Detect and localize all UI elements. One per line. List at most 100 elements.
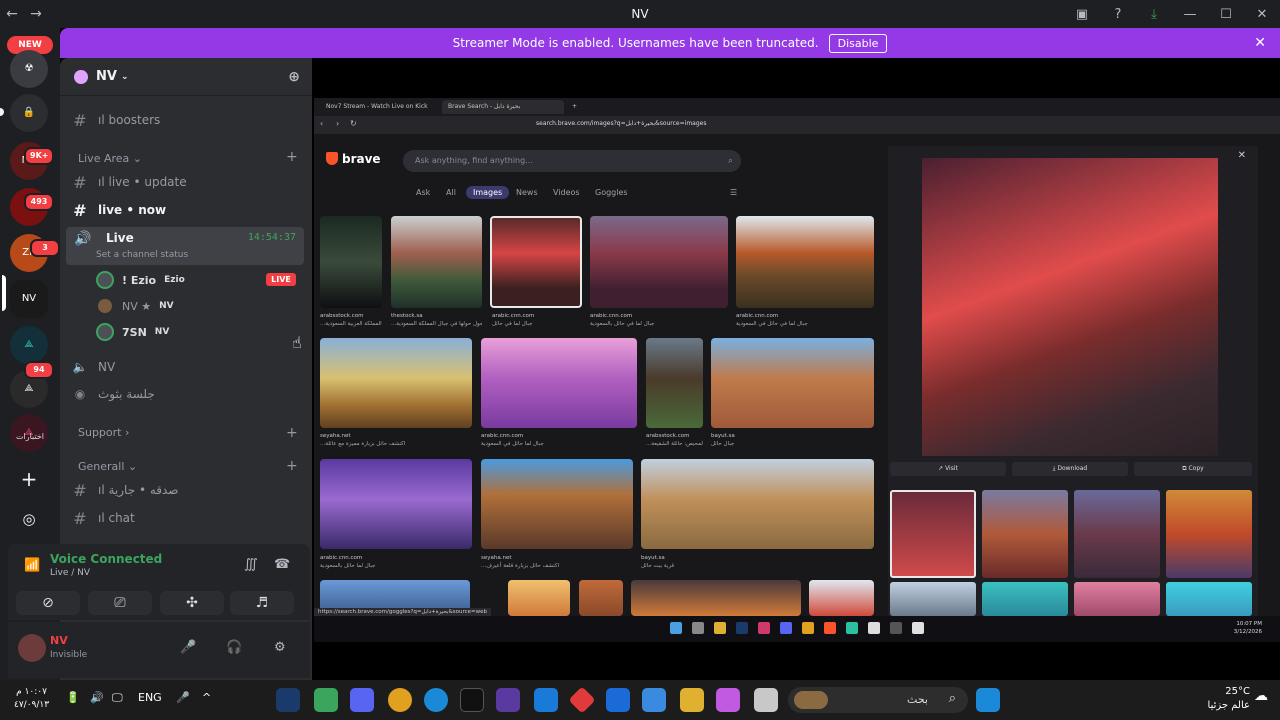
epic-games-icon[interactable] xyxy=(460,688,484,712)
discover-icon[interactable]: ◎ xyxy=(10,500,48,538)
voice-status[interactable]: Voice Connected xyxy=(50,552,162,566)
windows-start-icon[interactable] xyxy=(976,688,1000,712)
tab-videos[interactable]: Videos xyxy=(553,188,580,197)
related-image[interactable] xyxy=(982,582,1068,616)
related-image-selected[interactable] xyxy=(890,490,976,578)
voice-channel-nv[interactable]: 🔈 NV xyxy=(68,355,304,379)
server-icon[interactable]: 🔒 xyxy=(10,94,48,132)
close-icon[interactable]: ✕ xyxy=(1244,7,1280,22)
volume-icon[interactable]: 🔊 xyxy=(90,691,104,704)
result-caption[interactable]: arabsstock.com ...في المملكة العربية السع… xyxy=(320,312,382,328)
app-icon[interactable] xyxy=(912,622,924,634)
microphone-icon[interactable]: 🎤 xyxy=(176,691,190,704)
language-indicator[interactable]: ENG xyxy=(138,691,162,704)
channel-live-update[interactable]: # ıl live • update xyxy=(68,170,304,194)
store-icon[interactable] xyxy=(642,688,666,712)
related-image[interactable] xyxy=(982,490,1068,578)
new-tab-icon[interactable]: + xyxy=(566,100,583,114)
screen-share-button[interactable]: ⎚ xyxy=(88,591,152,615)
file-explorer-icon[interactable] xyxy=(680,688,704,712)
folder-icon[interactable] xyxy=(714,622,726,634)
stage-channel[interactable]: ◉ جلسة بثوث xyxy=(68,382,304,406)
discord-icon[interactable] xyxy=(350,688,374,712)
server-icon-active[interactable]: NV xyxy=(10,280,48,318)
image-result[interactable] xyxy=(809,580,874,616)
discord-icon[interactable] xyxy=(780,622,792,634)
download-button[interactable]: ⤓ Download xyxy=(1012,462,1128,476)
channel-boosters[interactable]: # ıl boosters xyxy=(68,108,304,132)
channel-sadaqa[interactable]: # ıl صدقه • جارية xyxy=(68,478,304,502)
add-channel-icon[interactable]: + xyxy=(286,149,298,165)
chevron-up-icon[interactable]: ^ xyxy=(202,691,211,704)
noise-suppression-icon[interactable]: ∭ xyxy=(244,557,258,572)
visit-button[interactable]: ↗ Visit xyxy=(890,462,1006,476)
image-result[interactable] xyxy=(481,459,633,549)
result-caption[interactable]: seyaha.net ...اكتشف حائل بزيارة مميزة مع … xyxy=(320,432,472,448)
close-preview-icon[interactable]: ✕ xyxy=(1238,150,1246,161)
avatar[interactable] xyxy=(18,634,46,662)
result-caption[interactable]: arabic.cnn.com جبال لما حائل في السعودية xyxy=(481,432,637,448)
search-icon[interactable]: ⌕ xyxy=(728,150,733,172)
result-caption[interactable]: bayut.sa جبال حائل xyxy=(711,432,874,448)
invite-icon[interactable]: ⊕ xyxy=(288,69,300,85)
activities-button[interactable]: ✣ xyxy=(160,591,224,615)
result-caption[interactable]: arabsstock.com ...والمحيص: حائلة الشفيعة xyxy=(646,432,703,448)
add-server-icon[interactable]: + xyxy=(10,460,48,498)
channel-live-now[interactable]: # live • now xyxy=(68,198,304,222)
voice-user[interactable]: NV ★ NV xyxy=(96,295,174,317)
tab-all[interactable]: All xyxy=(446,188,456,197)
search-input[interactable]: Ask anything, find anything... ⌕ xyxy=(403,150,741,172)
category-live-area[interactable]: Live Area ⌄ xyxy=(78,152,142,165)
category-general[interactable]: Generall ⌄ xyxy=(78,460,137,473)
image-result[interactable] xyxy=(320,459,472,549)
image-result[interactable] xyxy=(590,216,728,308)
image-result[interactable] xyxy=(391,216,482,308)
voice-user[interactable]: ! Ezio Ezio xyxy=(96,269,185,291)
brave-logo[interactable]: brave xyxy=(326,152,381,166)
user-name[interactable]: NV xyxy=(50,634,68,647)
edge-icon[interactable] xyxy=(424,688,448,712)
add-channel-icon[interactable]: + xyxy=(286,425,298,441)
forward-icon[interactable]: → xyxy=(24,6,48,22)
tab-ask[interactable]: Ask xyxy=(416,188,430,197)
brave-icon[interactable] xyxy=(824,622,836,634)
result-caption[interactable]: seyaha.net ...اكتشف حائل بزيارة قلعة أعير… xyxy=(481,554,633,570)
image-result[interactable] xyxy=(320,216,382,308)
result-caption[interactable]: arabic.cnn.com جبال لما في حائل في السعود… xyxy=(736,312,874,328)
voice-channel-live[interactable]: 🔊 Live 14:54:37 Set a channel status xyxy=(66,227,304,265)
image-result[interactable] xyxy=(579,580,623,616)
taskbar-search[interactable]: بحث ⌕ xyxy=(788,687,968,713)
app-icon[interactable] xyxy=(868,622,880,634)
related-image[interactable] xyxy=(1074,582,1160,616)
image-result[interactable] xyxy=(646,338,703,428)
outlook-icon[interactable] xyxy=(606,688,630,712)
reload-icon[interactable]: ↻ xyxy=(350,119,357,128)
network-icon[interactable]: 🖵 xyxy=(112,691,123,705)
app-icon[interactable] xyxy=(568,686,596,714)
result-caption[interactable]: thestock.sa ...تجول حولها في جبال المملكة… xyxy=(391,312,482,328)
chrome-icon[interactable] xyxy=(388,688,412,712)
app-icon[interactable] xyxy=(846,622,858,634)
maximize-icon[interactable]: ☐ xyxy=(1208,7,1244,22)
image-result[interactable] xyxy=(711,338,874,428)
tab-news[interactable]: News xyxy=(516,188,538,197)
voice-user[interactable]: 7SN NV xyxy=(96,321,169,343)
result-caption[interactable]: arabic.cnn.com جبال لما حائل بالسعودية xyxy=(320,554,472,570)
image-result[interactable] xyxy=(508,580,570,616)
inbox-icon[interactable]: ▣ xyxy=(1064,7,1100,22)
image-result[interactable] xyxy=(320,338,472,428)
back-icon[interactable]: ← xyxy=(0,6,24,22)
copilot-icon[interactable] xyxy=(716,688,740,712)
result-caption[interactable]: arabic.cnn.com جبال لما في حائل بالسعودية xyxy=(590,312,728,328)
camera-off-button[interactable]: ⊘ xyxy=(16,591,80,615)
steam-icon[interactable] xyxy=(736,622,748,634)
dropbox-icon[interactable] xyxy=(534,688,558,712)
channel-chat[interactable]: # ıl chat xyxy=(68,506,304,530)
clock[interactable]: ١٠:٠٧ م ٤٧/٠٩/١٣ xyxy=(14,686,49,712)
settings-gear-icon[interactable]: ⚙ xyxy=(274,640,286,655)
battery-icon[interactable]: 🔋 xyxy=(66,691,80,704)
app-icon[interactable] xyxy=(496,688,520,712)
related-image[interactable] xyxy=(1166,582,1252,616)
tab-goggles[interactable]: Goggles xyxy=(595,188,628,197)
weather-widget[interactable]: 25°C عالم جزئيا xyxy=(1200,685,1250,713)
